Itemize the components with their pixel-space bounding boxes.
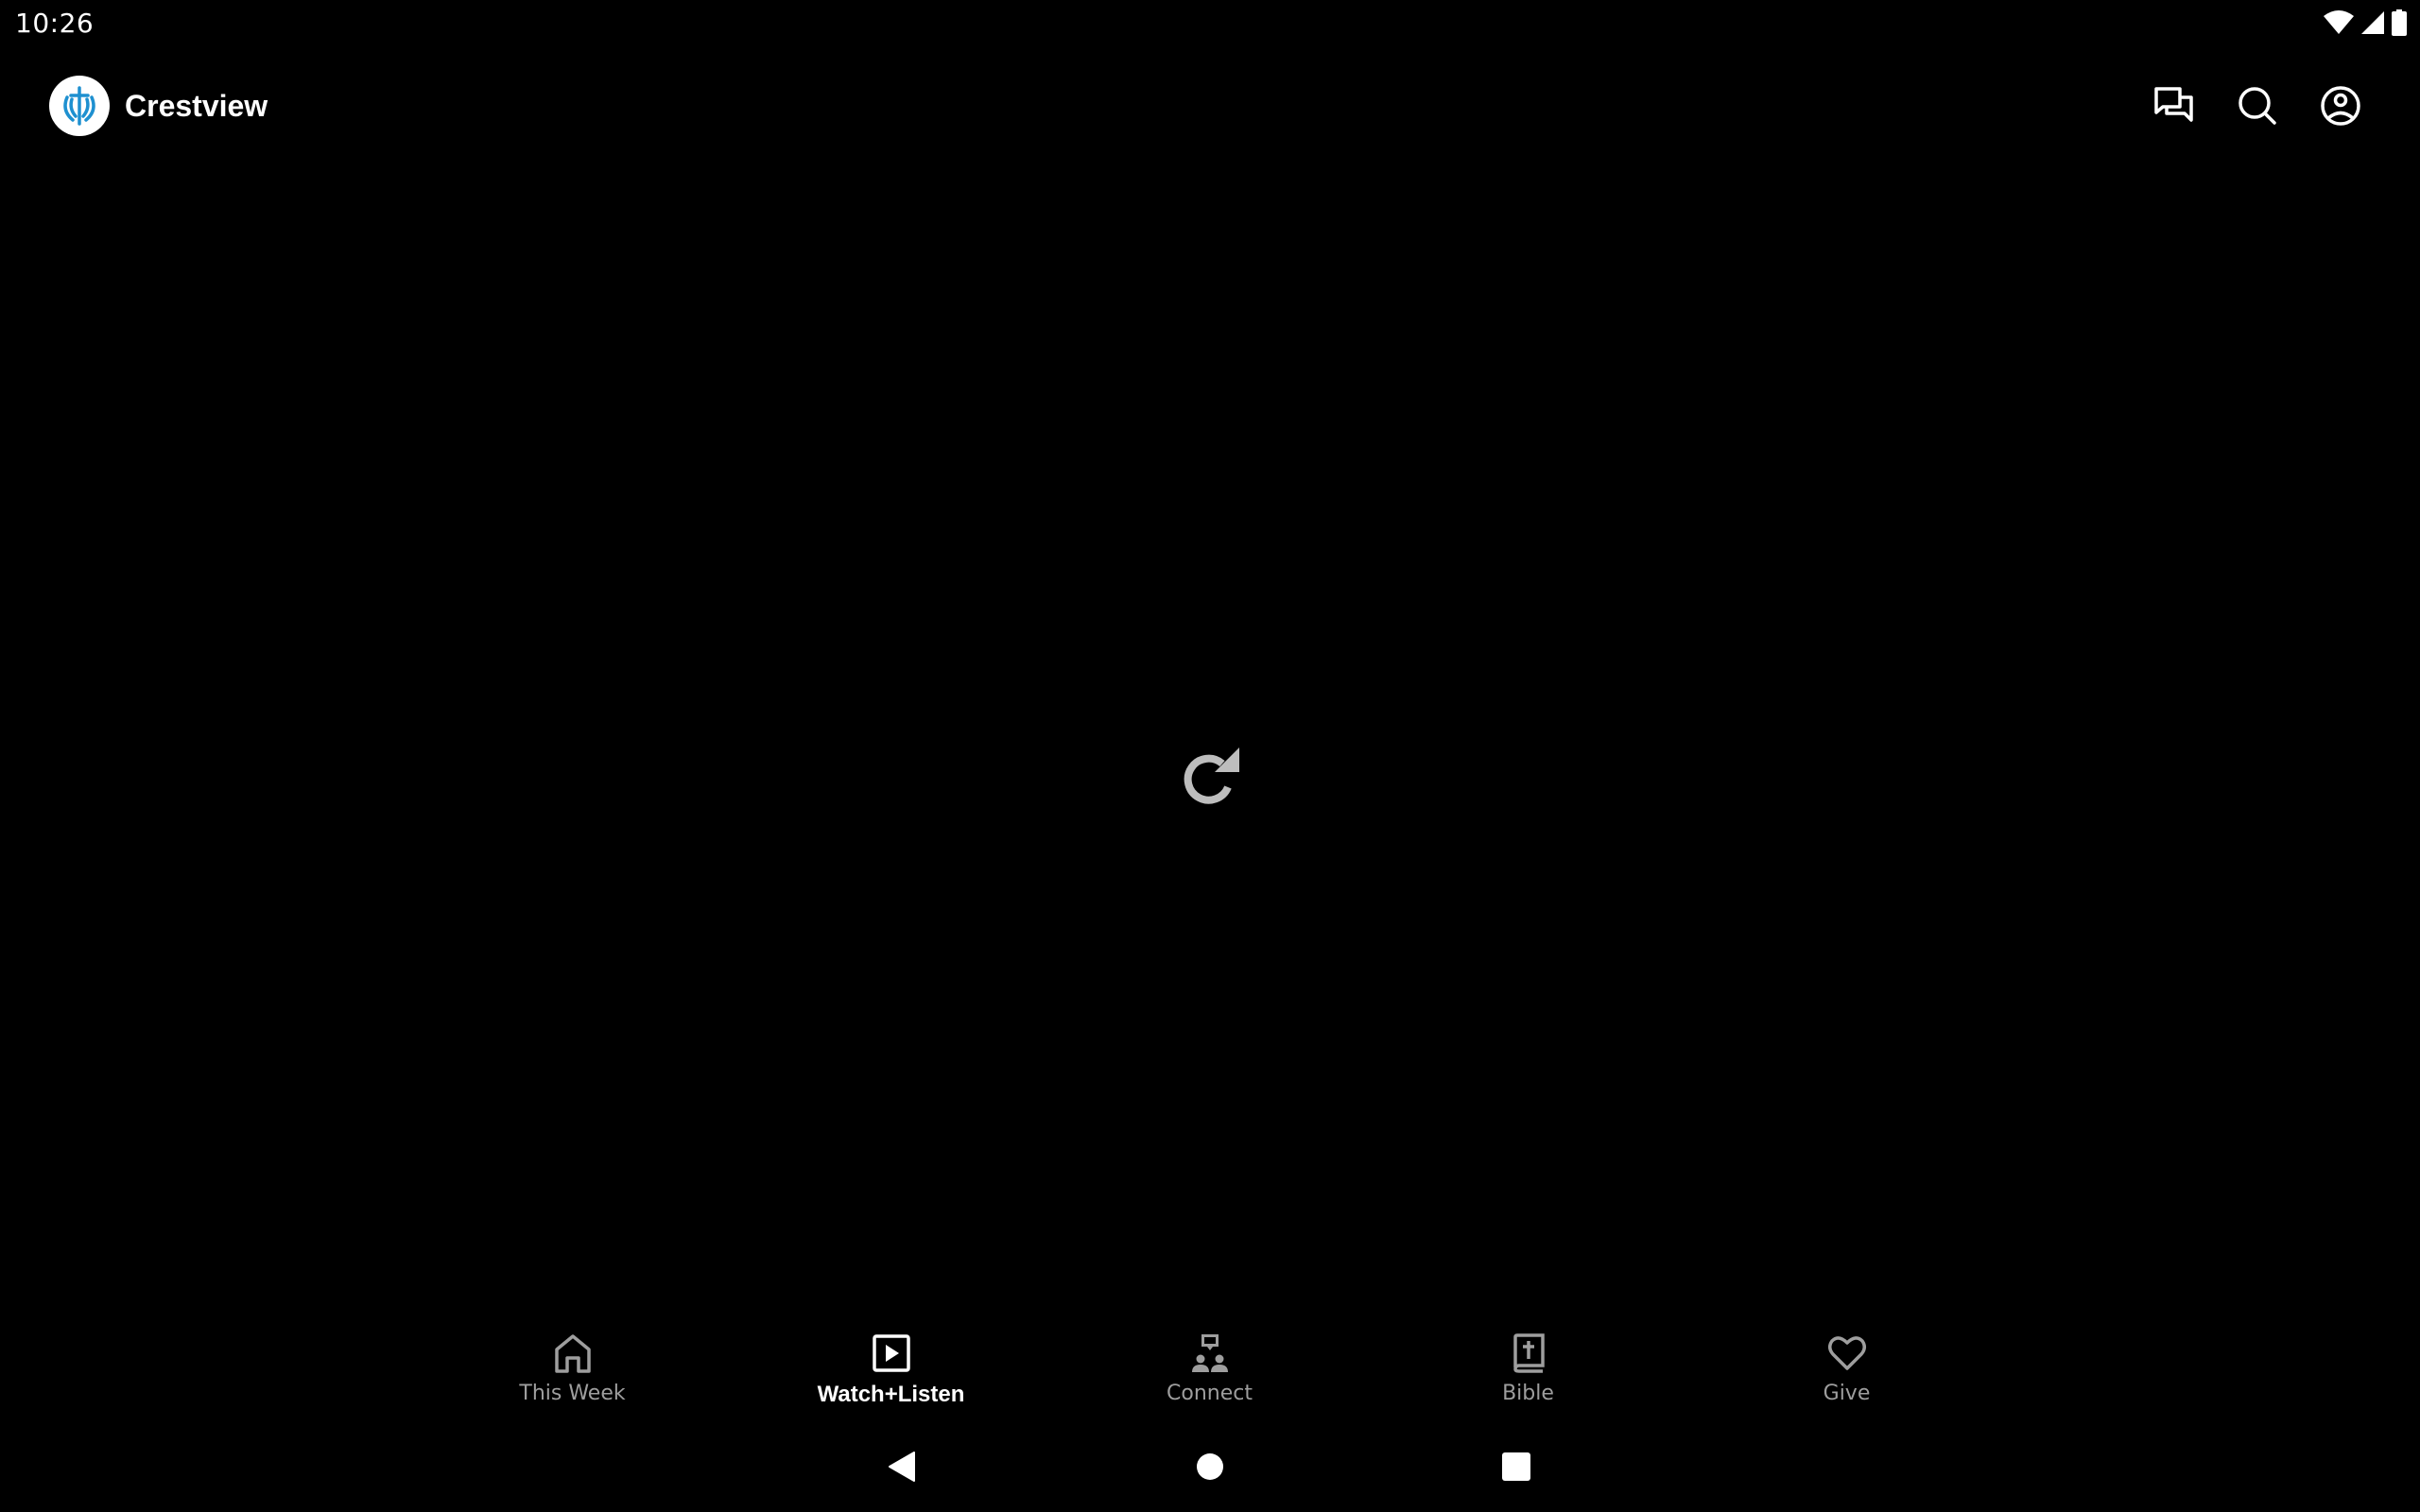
- search-button[interactable]: [2229, 83, 2286, 129]
- bottom-navigation: This Week Watch+Listen Connect Bible Giv…: [413, 1323, 2006, 1418]
- nav-item-give[interactable]: Give: [1687, 1323, 2006, 1418]
- status-time: 10:26: [15, 8, 95, 39]
- status-bar: 10:26: [0, 0, 2420, 45]
- church-logo-icon: [63, 86, 95, 126]
- nav-label: Connect: [1167, 1382, 1253, 1405]
- heart-icon: [1827, 1336, 1866, 1370]
- recents-icon: [1502, 1452, 1530, 1481]
- home-icon: [554, 1334, 591, 1373]
- nav-item-watch-listen[interactable]: Watch+Listen: [732, 1323, 1050, 1418]
- app-title: Crestview: [125, 89, 268, 123]
- profile-button[interactable]: [2312, 83, 2369, 129]
- nav-label: Give: [1823, 1382, 1871, 1405]
- messages-button[interactable]: [2146, 83, 2203, 129]
- back-button[interactable]: [883, 1448, 921, 1486]
- system-navigation-bar: [0, 1436, 2420, 1497]
- account-icon: [2321, 86, 2360, 126]
- nav-label: Bible: [1502, 1382, 1554, 1405]
- search-icon: [2238, 87, 2276, 125]
- play-box-icon: [872, 1334, 910, 1372]
- refresh-button[interactable]: [1178, 747, 1242, 811]
- nav-item-this-week[interactable]: This Week: [413, 1323, 732, 1418]
- refresh-icon: [1184, 747, 1239, 804]
- nav-label: Watch+Listen: [817, 1382, 965, 1407]
- app-bar-actions: [2146, 83, 2369, 129]
- home-button[interactable]: [1191, 1448, 1229, 1486]
- chat-icon: [2154, 87, 2193, 122]
- nav-item-bible[interactable]: Bible: [1369, 1323, 1687, 1418]
- home-circle-icon: [1197, 1453, 1223, 1480]
- wifi-icon: [2324, 10, 2354, 34]
- battery-icon: [2392, 9, 2407, 36]
- app-bar: Crestview: [0, 60, 2420, 151]
- back-icon: [889, 1452, 915, 1482]
- nav-item-connect[interactable]: Connect: [1050, 1323, 1369, 1418]
- bible-icon: [1512, 1333, 1545, 1373]
- recents-button[interactable]: [1497, 1448, 1535, 1486]
- status-icons: [2324, 9, 2407, 36]
- nav-label: This Week: [519, 1382, 626, 1405]
- cellular-signal-icon: [2361, 11, 2384, 34]
- connect-icon: [1191, 1334, 1228, 1372]
- crestview-logo[interactable]: [49, 76, 110, 136]
